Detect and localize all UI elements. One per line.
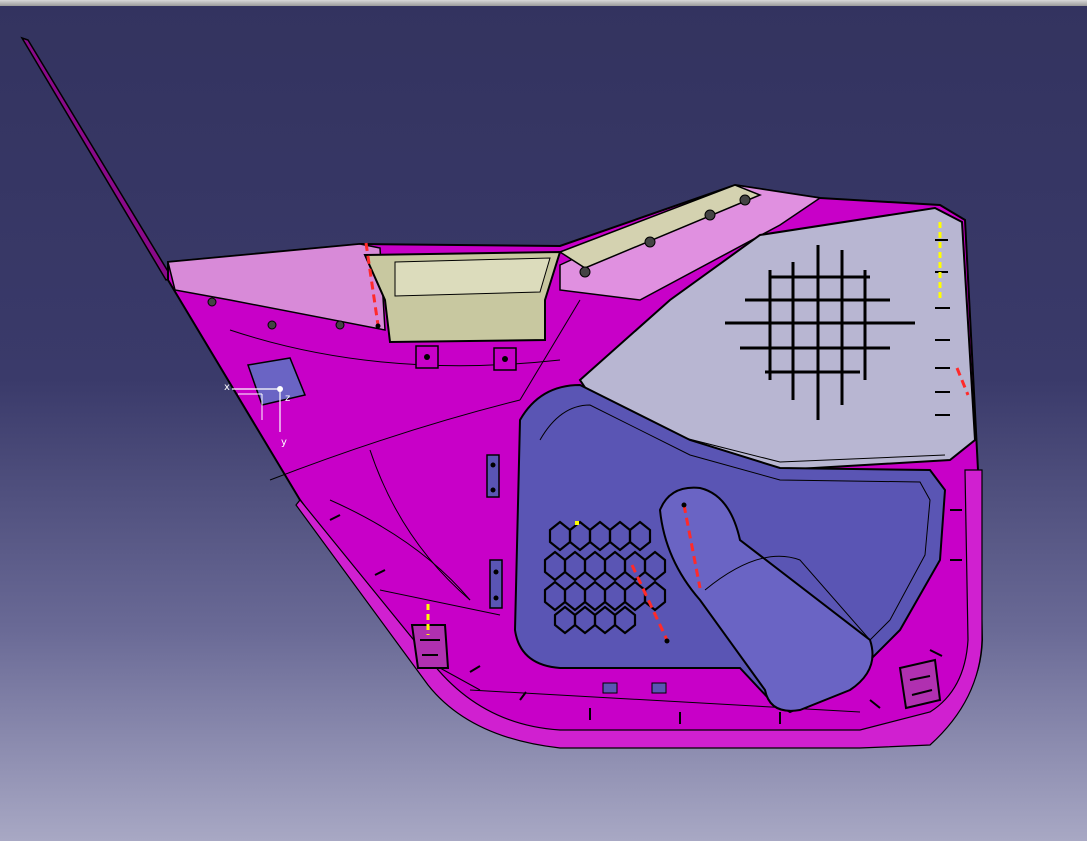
lower-clip-right[interactable] [898, 658, 942, 710]
trim-strip[interactable] [20, 36, 174, 281]
lower-clip-left[interactable] [410, 624, 450, 669]
3d-viewport[interactable]: x y z [0, 0, 1087, 841]
datum-point [575, 521, 579, 525]
cad-scene[interactable]: x y z [0, 0, 1087, 841]
axis-z-label: z [285, 393, 290, 404]
axis-y-label: y [281, 437, 287, 448]
axis-x-label: x [224, 382, 230, 393]
